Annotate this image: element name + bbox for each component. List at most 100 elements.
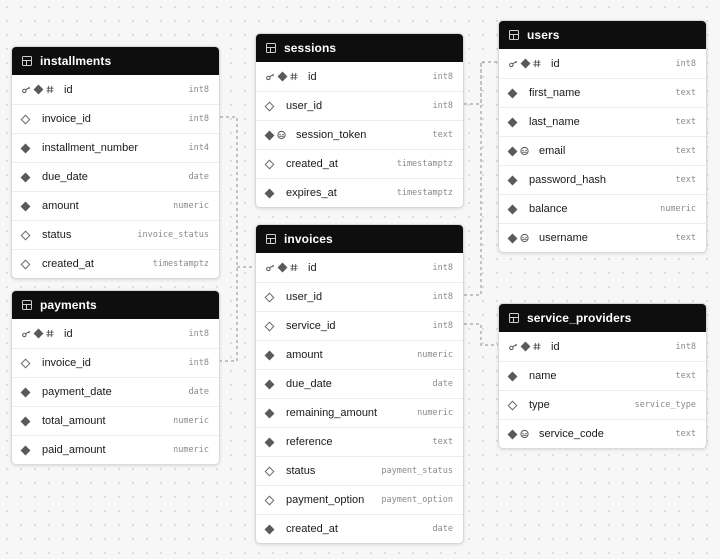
table-title: installments: [40, 54, 112, 68]
column-row[interactable]: payment_date date: [12, 377, 219, 406]
table-title: users: [527, 28, 560, 42]
column-row[interactable]: name text: [499, 361, 706, 390]
table-header[interactable]: sessions: [256, 34, 463, 62]
not-null-icon: [264, 130, 275, 140]
table-header[interactable]: installments: [12, 47, 219, 75]
column-name: id: [308, 261, 317, 274]
not-null-icon: [33, 84, 44, 95]
column-row[interactable]: invoice_id int8: [12, 104, 219, 133]
column-row[interactable]: username text: [499, 223, 706, 252]
column-row[interactable]: last_name text: [499, 107, 706, 136]
column-row[interactable]: user_id int8: [256, 91, 463, 120]
identity-icon: [290, 72, 298, 81]
nullable-icon: [264, 495, 275, 505]
column-row[interactable]: service_id int8: [256, 311, 463, 340]
column-name: invoice_id: [42, 357, 91, 369]
column-row[interactable]: type service_type: [499, 390, 706, 419]
table-payments[interactable]: payments id int8 invoice_id int8 payment_dat…: [11, 290, 220, 465]
column-name: payment_date: [42, 386, 112, 398]
column-row[interactable]: id int8: [12, 319, 219, 348]
column-icons: [264, 408, 276, 418]
identity-icon: [533, 342, 541, 351]
column-row[interactable]: password_hash text: [499, 165, 706, 194]
not-null-icon: [20, 143, 31, 153]
column-row[interactable]: id int8: [256, 253, 463, 282]
column-icons: [507, 400, 519, 410]
column-row[interactable]: installment_number int4: [12, 133, 219, 162]
table-installments[interactable]: installments id int8 invoice_id int8 install…: [11, 46, 220, 279]
column-row[interactable]: id int8: [256, 62, 463, 91]
column-list: id int8 invoice_id int8 installment_number in…: [12, 75, 219, 278]
column-row[interactable]: id int8: [499, 49, 706, 78]
column-name: id: [551, 57, 560, 70]
nullable-icon: [20, 230, 31, 240]
column-icons: [266, 71, 298, 82]
table-service-providers[interactable]: service_providers id int8 name text type serv…: [498, 303, 707, 449]
unique-icon: [520, 146, 529, 156]
nullable-icon: [264, 101, 275, 111]
column-row[interactable]: due_date date: [12, 162, 219, 191]
column-icons: [264, 292, 276, 302]
table-users[interactable]: users id int8 first_name text last_name text e…: [498, 20, 707, 253]
not-null-icon: [20, 416, 31, 426]
column-row[interactable]: created_at timestamptz: [12, 249, 219, 278]
key-icon: [266, 73, 275, 81]
column-row[interactable]: email text: [499, 136, 706, 165]
not-null-icon: [264, 437, 275, 447]
table-header[interactable]: service_providers: [499, 304, 706, 332]
table-icon: [22, 56, 32, 66]
column-row[interactable]: id int8: [12, 75, 219, 104]
not-null-icon: [33, 328, 44, 339]
column-row[interactable]: service_code text: [499, 419, 706, 448]
column-row[interactable]: invoice_id int8: [12, 348, 219, 377]
column-row[interactable]: reference text: [256, 427, 463, 456]
table-invoices[interactable]: invoices id int8 user_id int8 service_id int8…: [255, 224, 464, 544]
column-row[interactable]: due_date date: [256, 369, 463, 398]
table-header[interactable]: payments: [12, 291, 219, 319]
nullable-icon: [20, 358, 31, 368]
column-icons: [507, 175, 519, 185]
column-row[interactable]: total_amount numeric: [12, 406, 219, 435]
column-icons: [264, 130, 286, 140]
column-type: invoice_status: [137, 230, 209, 240]
column-row[interactable]: session_token text: [256, 120, 463, 149]
not-null-icon: [264, 408, 275, 418]
column-list: id int8 user_id int8 session_token text create…: [256, 62, 463, 207]
column-row[interactable]: amount numeric: [12, 191, 219, 220]
table-sessions[interactable]: sessions id int8 user_id int8 session_token t…: [255, 33, 464, 208]
column-row[interactable]: remaining_amount numeric: [256, 398, 463, 427]
column-type: date: [432, 524, 453, 534]
column-icons: [20, 416, 32, 426]
column-name: paid_amount: [42, 444, 106, 456]
unique-icon: [277, 130, 286, 140]
key-icon: [266, 264, 275, 272]
column-icons: [509, 58, 541, 69]
column-row[interactable]: balance numeric: [499, 194, 706, 223]
column-row[interactable]: expires_at timestamptz: [256, 178, 463, 207]
column-row[interactable]: paid_amount numeric: [12, 435, 219, 464]
column-row[interactable]: status payment_status: [256, 456, 463, 485]
column-name: status: [286, 465, 316, 477]
table-header[interactable]: invoices: [256, 225, 463, 253]
column-icons: [22, 84, 54, 95]
table-title: sessions: [284, 41, 337, 55]
column-name: session_token: [296, 129, 367, 141]
column-row[interactable]: status invoice_status: [12, 220, 219, 249]
column-name: email: [539, 145, 566, 157]
table-header[interactable]: users: [499, 21, 706, 49]
column-row[interactable]: created_at timestamptz: [256, 149, 463, 178]
column-row[interactable]: id int8: [499, 332, 706, 361]
column-type: int8: [675, 58, 696, 69]
identity-icon: [46, 329, 54, 338]
column-icons: [22, 328, 54, 339]
column-type: date: [432, 379, 453, 389]
column-icons: [20, 387, 32, 397]
column-row[interactable]: payment_option payment_option: [256, 485, 463, 514]
column-row[interactable]: amount numeric: [256, 340, 463, 369]
column-row[interactable]: created_at date: [256, 514, 463, 543]
not-null-icon: [507, 117, 518, 127]
unique-icon: [520, 429, 529, 439]
column-type: numeric: [173, 201, 209, 211]
column-row[interactable]: user_id int8: [256, 282, 463, 311]
column-row[interactable]: first_name text: [499, 78, 706, 107]
